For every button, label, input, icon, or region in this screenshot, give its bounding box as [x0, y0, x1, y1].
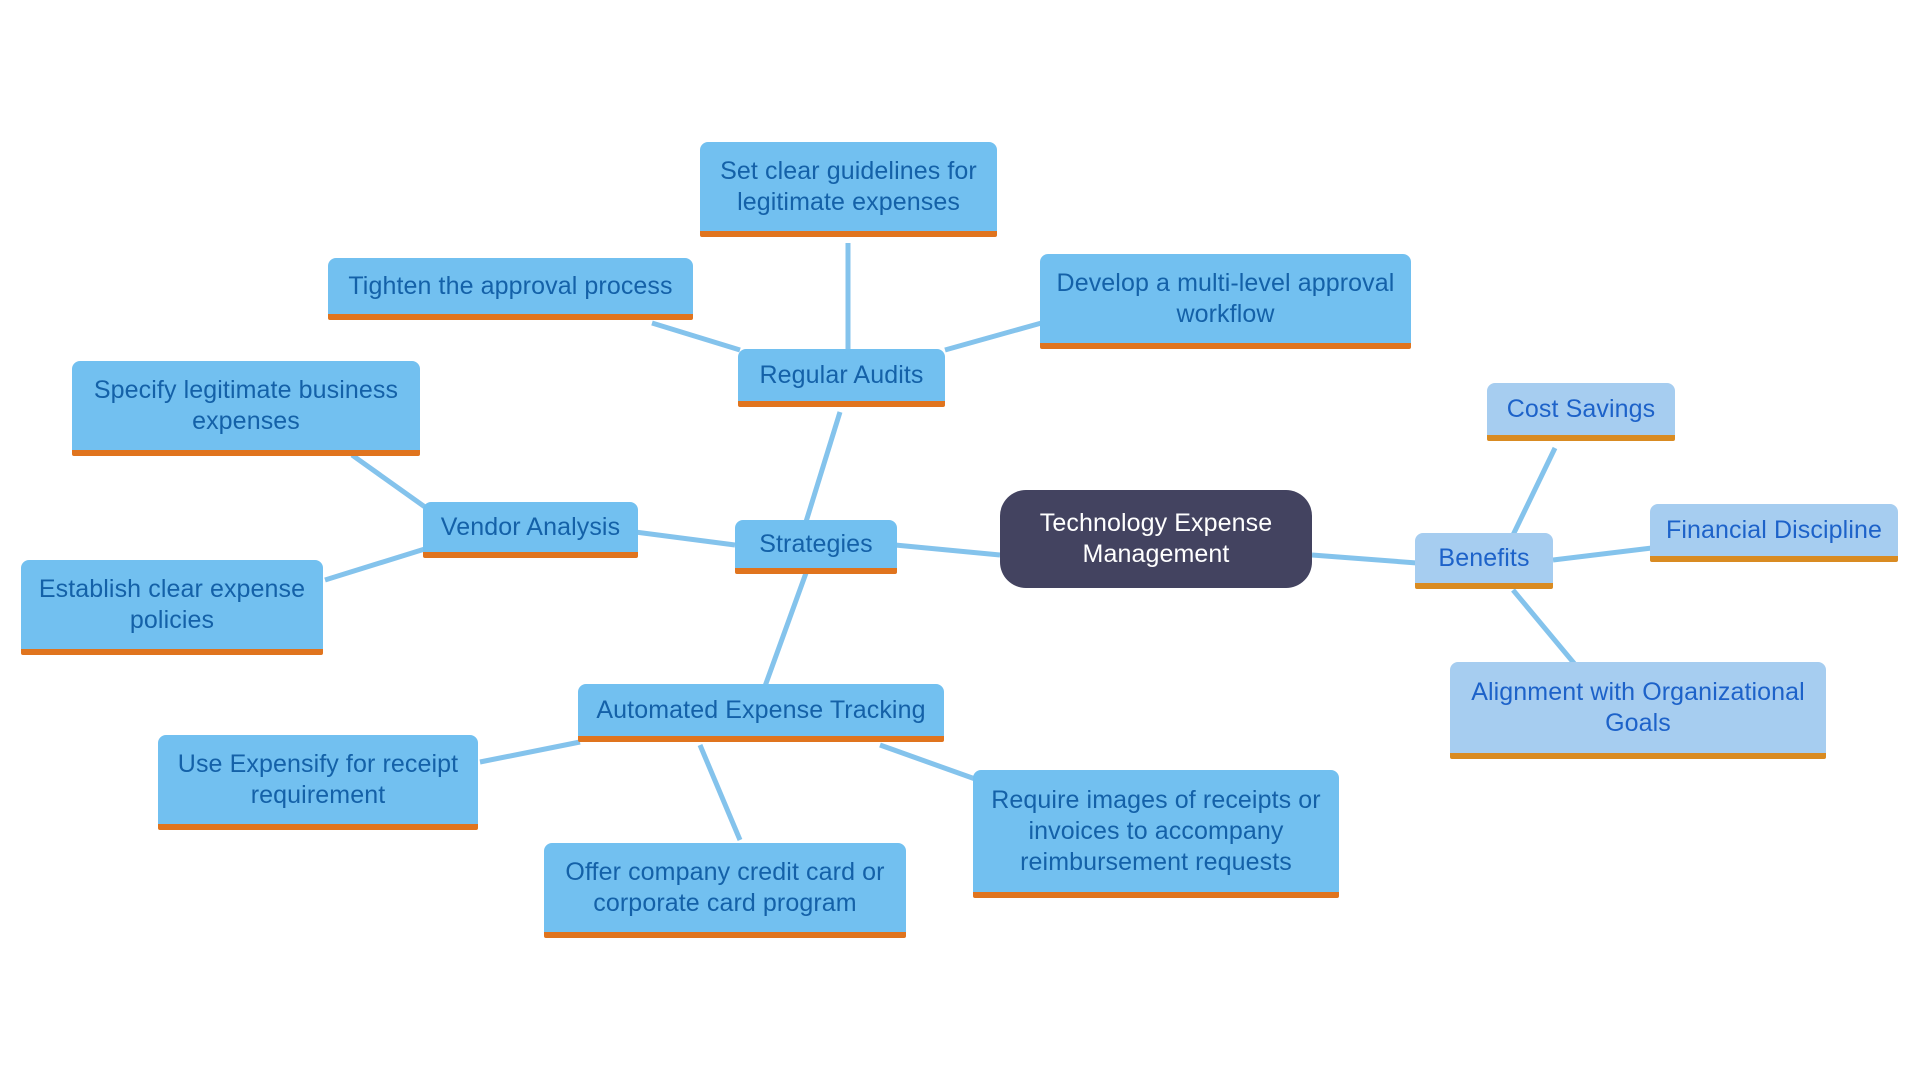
node-cost-savings[interactable]: Cost Savings: [1487, 383, 1675, 441]
node-strategies-label: Strategies: [759, 529, 873, 558]
node-multi-level-approval-workflow-label: Develop a multi-level approval workflow: [1056, 268, 1395, 328]
node-tighten-approval-process-label: Tighten the approval process: [348, 271, 673, 300]
edge-vendor-specify-legitimate: [350, 452, 434, 515]
edge-tracking-require-images: [879, 742, 979, 783]
node-offer-company-credit-card[interactable]: Offer company credit card or corporate c…: [544, 843, 906, 938]
mind-map-canvas: Technology Expense Management Strategies…: [0, 0, 1920, 1080]
edge-audits-multi-level: [944, 319, 1046, 353]
edge-benefits-cost-savings: [1510, 446, 1558, 537]
edge-strategies-automated-tracking: [757, 572, 809, 701]
node-set-clear-guidelines-label: Set clear guidelines for legitimate expe…: [720, 156, 977, 216]
edge-tracking-use-expensify: [479, 739, 581, 765]
node-specify-legitimate-business-expenses-label: Specify legitimate business expenses: [93, 375, 399, 435]
node-establish-clear-expense-policies[interactable]: Establish clear expense policies: [21, 560, 323, 655]
node-alignment-with-organizational-goals-label: Alignment with Organizational Goals: [1471, 677, 1805, 737]
node-require-images-of-receipts-label: Require images of receipts or invoices t…: [991, 785, 1321, 876]
node-vendor-analysis[interactable]: Vendor Analysis: [423, 502, 638, 558]
node-use-expensify-for-receipt-requirement[interactable]: Use Expensify for receipt requirement: [158, 735, 478, 830]
node-financial-discipline[interactable]: Financial Discipline: [1650, 504, 1898, 562]
edge-vendor-establish-policies: [324, 545, 429, 583]
node-regular-audits[interactable]: Regular Audits: [738, 349, 945, 407]
node-automated-expense-tracking[interactable]: Automated Expense Tracking: [578, 684, 944, 742]
edge-benefits-financial-discipline: [1552, 545, 1653, 563]
edge-root-benefits: [1311, 552, 1418, 566]
node-regular-audits-label: Regular Audits: [759, 360, 924, 389]
node-benefits-label: Benefits: [1438, 543, 1530, 572]
node-offer-company-credit-card-label: Offer company credit card or corporate c…: [565, 857, 885, 917]
node-root[interactable]: Technology Expense Management: [1000, 490, 1312, 588]
node-cost-savings-label: Cost Savings: [1506, 394, 1656, 423]
node-strategies[interactable]: Strategies: [735, 520, 897, 574]
node-use-expensify-for-receipt-requirement-label: Use Expensify for receipt requirement: [177, 749, 459, 809]
node-root-label: Technology Expense Management: [1039, 509, 1273, 568]
node-financial-discipline-label: Financial Discipline: [1666, 515, 1882, 544]
edge-strategies-regular-audits: [802, 411, 843, 526]
node-vendor-analysis-label: Vendor Analysis: [440, 512, 621, 541]
node-automated-expense-tracking-label: Automated Expense Tracking: [596, 695, 926, 724]
node-require-images-of-receipts[interactable]: Require images of receipts or invoices t…: [973, 770, 1339, 898]
node-establish-clear-expense-policies-label: Establish clear expense policies: [38, 574, 306, 634]
node-specify-legitimate-business-expenses[interactable]: Specify legitimate business expenses: [72, 361, 420, 456]
edge-tracking-credit-card: [697, 744, 743, 841]
node-tighten-approval-process[interactable]: Tighten the approval process: [328, 258, 693, 320]
node-alignment-with-organizational-goals[interactable]: Alignment with Organizational Goals: [1450, 662, 1826, 759]
edge-root-strategies: [894, 542, 1001, 558]
node-benefits[interactable]: Benefits: [1415, 533, 1553, 589]
edge-strategies-vendor-analysis: [634, 529, 736, 548]
edge-audits-tighten-approval: [651, 320, 741, 353]
node-set-clear-guidelines[interactable]: Set clear guidelines for legitimate expe…: [700, 142, 997, 237]
node-multi-level-approval-workflow[interactable]: Develop a multi-level approval workflow: [1040, 254, 1411, 349]
